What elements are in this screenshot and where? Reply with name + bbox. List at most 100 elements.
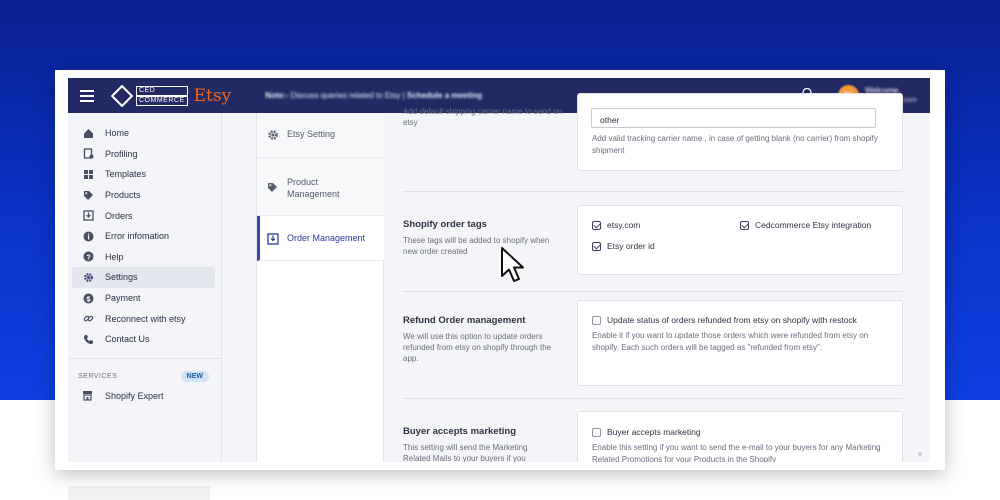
tag-option-cedcommerce[interactable]: Cedcommerce Etsy integration bbox=[740, 220, 871, 230]
tag-option-etsy-order-id[interactable]: Etsy order id bbox=[592, 241, 655, 251]
submenu-item-product-management[interactable]: Product Management bbox=[257, 158, 384, 216]
order-tags-card: etsy.com Cedcommerce Etsy integration Et… bbox=[577, 205, 903, 275]
new-badge: NEW bbox=[180, 371, 209, 383]
store-icon bbox=[82, 390, 94, 402]
section-divider bbox=[403, 291, 903, 292]
sidebar-item-shopify-expert[interactable]: Shopify Expert bbox=[68, 385, 221, 407]
order-tags-title: Shopify order tags bbox=[403, 219, 487, 230]
logo-line2: COMMERCE bbox=[136, 95, 188, 106]
gear-icon bbox=[82, 271, 94, 283]
sidebar-item-label: Help bbox=[105, 251, 124, 262]
submenu-item-label: Etsy Setting bbox=[287, 129, 336, 139]
tag-icon bbox=[267, 182, 279, 194]
dollar-icon: $ bbox=[82, 292, 94, 304]
order-tags-desc: These tags will be added to shopify when… bbox=[403, 236, 550, 256]
sidebar-item-label: Reconnect with etsy bbox=[105, 313, 186, 324]
marketing-help-text: Enable this setting if you want to send … bbox=[592, 443, 881, 462]
sidebar-item-label: Products bbox=[105, 190, 141, 201]
sidebar-item-label: Shopify Expert bbox=[105, 390, 164, 401]
services-header: SERVICES NEW bbox=[68, 369, 221, 385]
etsy-com-checkbox[interactable] bbox=[592, 220, 601, 230]
sidebar-item-home[interactable]: Home bbox=[72, 123, 215, 144]
sidebar-item-label: Home bbox=[105, 128, 130, 139]
note-text: Discuss queries related to Etsy | bbox=[290, 91, 405, 100]
refund-card: Update status of orders refunded from et… bbox=[577, 300, 903, 386]
marketing-checkbox[interactable] bbox=[592, 427, 601, 437]
section-divider bbox=[403, 398, 903, 399]
carrier-help-text: Add valid tracking carrier name , in cas… bbox=[592, 134, 878, 155]
option-label: Update status of orders refunded from et… bbox=[607, 315, 857, 325]
tag-option-etsy-com[interactable]: etsy.com bbox=[592, 220, 640, 230]
sidebar-item-help[interactable]: ? Help bbox=[72, 247, 215, 268]
submenu-item-label: Product Management bbox=[287, 177, 340, 199]
sidebar-item-reconnect[interactable]: Reconnect with etsy bbox=[72, 308, 215, 329]
refund-desc: We will use this option to update orders… bbox=[403, 332, 552, 363]
info-icon bbox=[82, 230, 94, 242]
option-label: Cedcommerce Etsy integration bbox=[755, 220, 872, 230]
logo-line1: CED bbox=[136, 85, 188, 96]
home-icon bbox=[82, 127, 94, 139]
submenu-item-label: Order Management bbox=[287, 233, 366, 243]
section-divider bbox=[403, 191, 903, 192]
carrier-section: Add default shipping carrier name to sen… bbox=[384, 93, 930, 193]
refund-help-text: Enable it if you want to update those or… bbox=[592, 331, 869, 352]
marketing-desc: This setting will send the Marketing Rel… bbox=[403, 443, 528, 462]
submenu-item-etsy-setting[interactable]: Etsy Setting bbox=[257, 113, 384, 158]
background-tile bbox=[68, 486, 210, 500]
refund-option[interactable]: Update status of orders refunded from et… bbox=[592, 315, 857, 325]
profiling-icon bbox=[82, 148, 94, 160]
logo-mark-icon bbox=[110, 84, 134, 107]
sidebar-item-orders[interactable]: Orders bbox=[72, 205, 215, 226]
marketing-title: Buyer accepts marketing bbox=[403, 426, 516, 437]
logo-brand: Etsy bbox=[193, 85, 232, 106]
svg-text:?: ? bbox=[86, 253, 91, 262]
marketing-option[interactable]: Buyer accepts marketing bbox=[592, 427, 701, 437]
app-window: CED COMMERCE Etsy Note:- Discuss queries… bbox=[68, 78, 930, 462]
sidebar-item-label: Error infomation bbox=[105, 231, 170, 242]
sidebar-nav: Home Profiling Templates Products Orders bbox=[68, 113, 221, 350]
services-label: SERVICES bbox=[78, 373, 118, 381]
marketing-card: Buyer accepts marketing Enable this sett… bbox=[577, 411, 903, 462]
sidebar-item-payment[interactable]: $ Payment bbox=[72, 288, 215, 309]
sidebar-item-contact-us[interactable]: Contact Us bbox=[72, 329, 215, 350]
link-icon bbox=[82, 313, 94, 325]
settings-content: Add default shipping carrier name to sen… bbox=[384, 93, 930, 462]
sidebar-item-label: Contact Us bbox=[105, 334, 150, 345]
sidebar-item-label: Settings bbox=[105, 272, 138, 283]
scroll-indicator[interactable] bbox=[918, 452, 922, 456]
sidebar-item-settings[interactable]: Settings bbox=[72, 267, 215, 288]
orders-icon bbox=[82, 210, 94, 222]
note-banner: Note:- Discuss queries related to Etsy |… bbox=[265, 91, 482, 100]
download-box-icon bbox=[267, 233, 279, 245]
templates-icon bbox=[82, 168, 94, 180]
app-logo[interactable]: CED COMMERCE Etsy bbox=[110, 84, 232, 107]
mouse-cursor-icon bbox=[501, 247, 524, 282]
sidebar-item-profiling[interactable]: Profiling bbox=[72, 144, 215, 165]
carrier-desc: Add default shipping carrier name to sen… bbox=[403, 107, 563, 127]
help-icon: ? bbox=[82, 251, 94, 263]
cedcommerce-checkbox[interactable] bbox=[740, 220, 749, 230]
note-label: Note:- bbox=[265, 91, 289, 100]
carrier-card: other Add valid tracking carrier name , … bbox=[577, 93, 903, 171]
schedule-meeting-link[interactable]: Schedule a meeting bbox=[407, 91, 482, 100]
etsy-order-id-checkbox[interactable] bbox=[592, 241, 601, 251]
settings-submenu: Etsy Setting Product Management Order Ma… bbox=[256, 113, 384, 462]
sidebar-item-label: Templates bbox=[105, 169, 147, 180]
sidebar-item-label: Payment bbox=[105, 293, 141, 304]
carrier-name-input[interactable]: other bbox=[591, 108, 876, 128]
sidebar-item-error-information[interactable]: Error infomation bbox=[72, 226, 215, 247]
option-label: Buyer accepts marketing bbox=[607, 427, 701, 437]
tag-icon bbox=[82, 189, 94, 201]
submenu-item-order-management[interactable]: Order Management bbox=[257, 216, 384, 261]
sidebar-item-label: Orders bbox=[105, 210, 133, 221]
sidebar-item-label: Profiling bbox=[105, 148, 138, 159]
refund-checkbox[interactable] bbox=[592, 315, 601, 325]
sidebar-item-templates[interactable]: Templates bbox=[72, 164, 215, 185]
sidebar-divider bbox=[68, 357, 221, 359]
sidebar-item-products[interactable]: Products bbox=[72, 185, 215, 206]
option-label: etsy.com bbox=[607, 220, 641, 230]
option-label: Etsy order id bbox=[607, 241, 655, 251]
hamburger-menu-icon[interactable] bbox=[80, 89, 94, 102]
gear-icon bbox=[267, 129, 279, 141]
phone-icon bbox=[82, 333, 94, 345]
